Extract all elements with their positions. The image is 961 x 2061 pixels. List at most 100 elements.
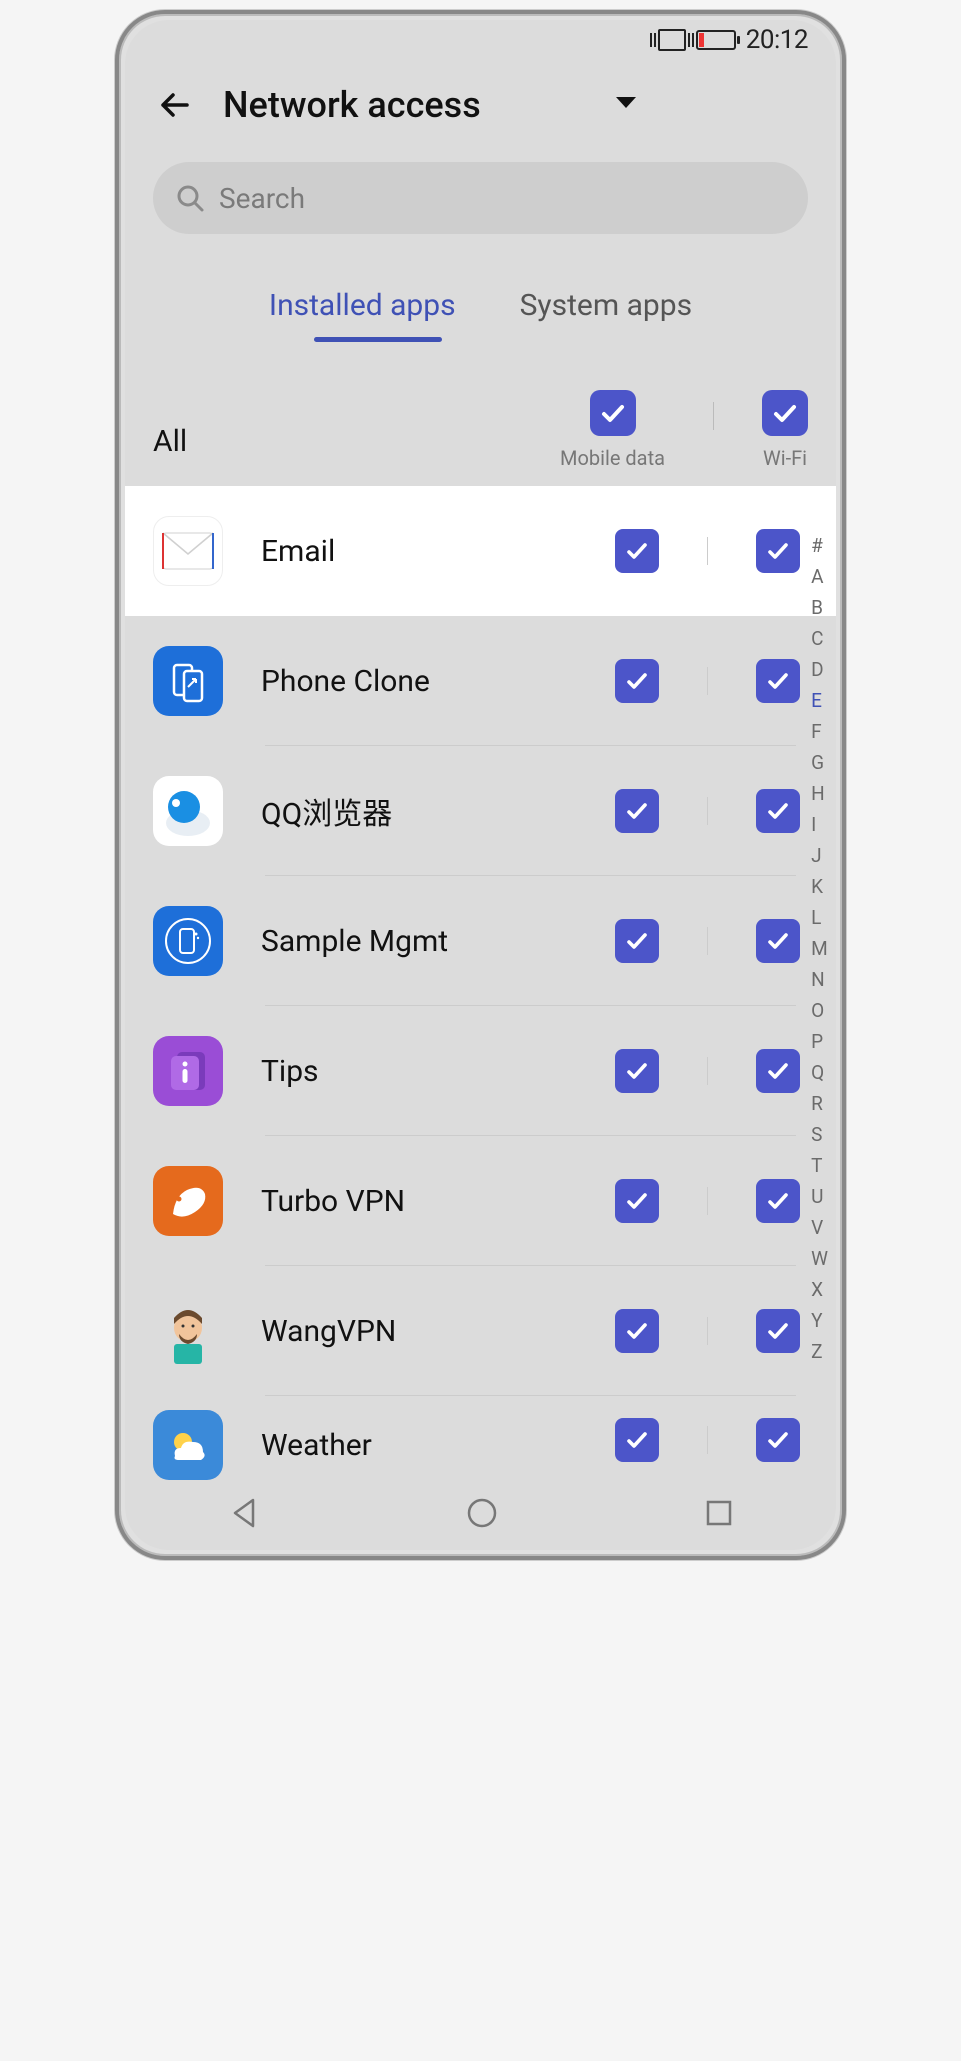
az-letter[interactable]: B xyxy=(811,596,828,619)
az-letter[interactable]: U xyxy=(811,1185,828,1208)
square-recents-icon xyxy=(704,1498,734,1528)
checkbox-wifi[interactable] xyxy=(756,659,800,703)
az-letter[interactable]: N xyxy=(811,968,828,991)
app-icon-weather xyxy=(153,1410,223,1480)
az-letter[interactable]: A xyxy=(811,565,828,588)
checkbox-wifi[interactable] xyxy=(756,1309,800,1353)
app-name: Weather xyxy=(261,1428,615,1463)
column-separator xyxy=(707,537,708,565)
alphabet-index[interactable]: # ABCDEFGHIJKLMNOPQRSTUVWXYZ xyxy=(811,534,828,1363)
az-letter[interactable]: X xyxy=(811,1278,828,1301)
search-icon xyxy=(175,183,205,213)
tab-underline xyxy=(314,337,442,342)
checkbox-wifi[interactable] xyxy=(756,1179,800,1223)
az-letter[interactable]: Z xyxy=(811,1340,828,1363)
column-separator xyxy=(707,1187,708,1215)
checkbox-all-wifi[interactable] xyxy=(762,390,808,436)
checkbox-all-mobile[interactable] xyxy=(590,390,636,436)
section-all-label: All xyxy=(153,424,187,459)
az-letter[interactable]: I xyxy=(811,813,828,836)
check-icon xyxy=(766,1428,790,1452)
check-icon xyxy=(766,1319,790,1343)
content-wrap: Email Phone Clone xyxy=(125,486,836,1496)
az-letter[interactable]: C xyxy=(811,627,828,650)
app-name: Email xyxy=(261,534,615,569)
app-name: Turbo VPN xyxy=(261,1184,615,1219)
page-title: Network access xyxy=(223,84,614,126)
az-letter[interactable]: Y xyxy=(811,1309,828,1332)
phone-frame: 20:12 Network access Search Ins xyxy=(115,10,846,1560)
tab-installed-apps[interactable]: Installed apps xyxy=(269,288,456,341)
az-letter[interactable]: O xyxy=(811,999,828,1022)
checkbox-mobile[interactable] xyxy=(615,659,659,703)
search-input[interactable]: Search xyxy=(153,162,808,234)
az-letter[interactable]: # xyxy=(811,534,828,557)
az-letter[interactable]: W xyxy=(811,1247,828,1270)
checkbox-mobile[interactable] xyxy=(615,1049,659,1093)
app-icon-email xyxy=(153,516,223,586)
checkbox-wifi[interactable] xyxy=(756,1049,800,1093)
check-icon xyxy=(766,669,790,693)
status-bar: 20:12 xyxy=(125,20,836,60)
check-icon xyxy=(625,1428,649,1452)
az-letter[interactable]: J xyxy=(811,844,828,867)
nav-back-button[interactable] xyxy=(227,1496,261,1534)
app-list[interactable]: Email Phone Clone xyxy=(125,486,836,1496)
app-name: Phone Clone xyxy=(261,664,615,699)
checkbox-mobile[interactable] xyxy=(615,529,659,573)
nav-bar xyxy=(125,1480,836,1550)
app-icon-tips xyxy=(153,1036,223,1106)
checkbox-wifi[interactable] xyxy=(756,1418,800,1462)
az-letter[interactable]: D xyxy=(811,658,828,681)
az-letter[interactable]: R xyxy=(811,1092,828,1115)
checkbox-mobile[interactable] xyxy=(615,1418,659,1462)
az-letter[interactable]: Q xyxy=(811,1061,828,1084)
check-icon xyxy=(625,799,649,823)
checkbox-mobile[interactable] xyxy=(615,919,659,963)
az-letter[interactable]: H xyxy=(811,782,828,805)
az-letter[interactable]: E xyxy=(811,689,828,712)
column-separator xyxy=(707,1057,708,1085)
checkbox-wifi[interactable] xyxy=(756,789,800,833)
dropdown-button[interactable] xyxy=(614,95,638,115)
app-row-email[interactable]: Email xyxy=(125,486,836,616)
back-button[interactable] xyxy=(153,83,197,127)
checkbox-mobile[interactable] xyxy=(615,1309,659,1353)
az-letter[interactable]: S xyxy=(811,1123,828,1146)
tab-system-apps[interactable]: System apps xyxy=(520,288,692,341)
app-row-qq-browser[interactable]: QQ浏览器 xyxy=(125,746,836,876)
tabs: Installed apps System apps xyxy=(125,288,836,341)
app-row-turbo-vpn[interactable]: Turbo VPN xyxy=(125,1136,836,1266)
check-icon xyxy=(625,1059,649,1083)
column-separator xyxy=(707,667,708,695)
app-row-sample-mgmt[interactable]: Sample Mgmt xyxy=(125,876,836,1006)
az-letter[interactable]: V xyxy=(811,1216,828,1239)
check-icon xyxy=(625,1189,649,1213)
az-letter[interactable]: G xyxy=(811,751,828,774)
az-letter[interactable]: M xyxy=(811,937,828,960)
nav-recents-button[interactable] xyxy=(704,1498,734,1532)
check-icon xyxy=(625,539,649,563)
nav-home-button[interactable] xyxy=(465,1496,499,1534)
column-separator xyxy=(707,797,708,825)
status-time: 20:12 xyxy=(746,25,808,55)
checkbox-wifi[interactable] xyxy=(756,529,800,573)
page-header: Network access xyxy=(125,60,836,150)
az-letter[interactable]: T xyxy=(811,1154,828,1177)
column-separator xyxy=(707,927,708,955)
app-row-phone-clone[interactable]: Phone Clone xyxy=(125,616,836,746)
screen: 20:12 Network access Search Ins xyxy=(125,20,836,1550)
app-row-wang-vpn[interactable]: WangVPN xyxy=(125,1266,836,1396)
az-letter[interactable]: L xyxy=(811,906,828,929)
checkbox-mobile[interactable] xyxy=(615,1179,659,1223)
app-row-tips[interactable]: Tips xyxy=(125,1006,836,1136)
az-letter[interactable]: K xyxy=(811,875,828,898)
column-header-row: All Mobile data Wi-Fi xyxy=(125,342,836,480)
battery-icon xyxy=(696,30,736,50)
app-icon-turbo-vpn xyxy=(153,1166,223,1236)
check-icon xyxy=(600,400,626,426)
az-letter[interactable]: P xyxy=(811,1030,828,1053)
checkbox-mobile[interactable] xyxy=(615,789,659,833)
az-letter[interactable]: F xyxy=(811,720,828,743)
checkbox-wifi[interactable] xyxy=(756,919,800,963)
